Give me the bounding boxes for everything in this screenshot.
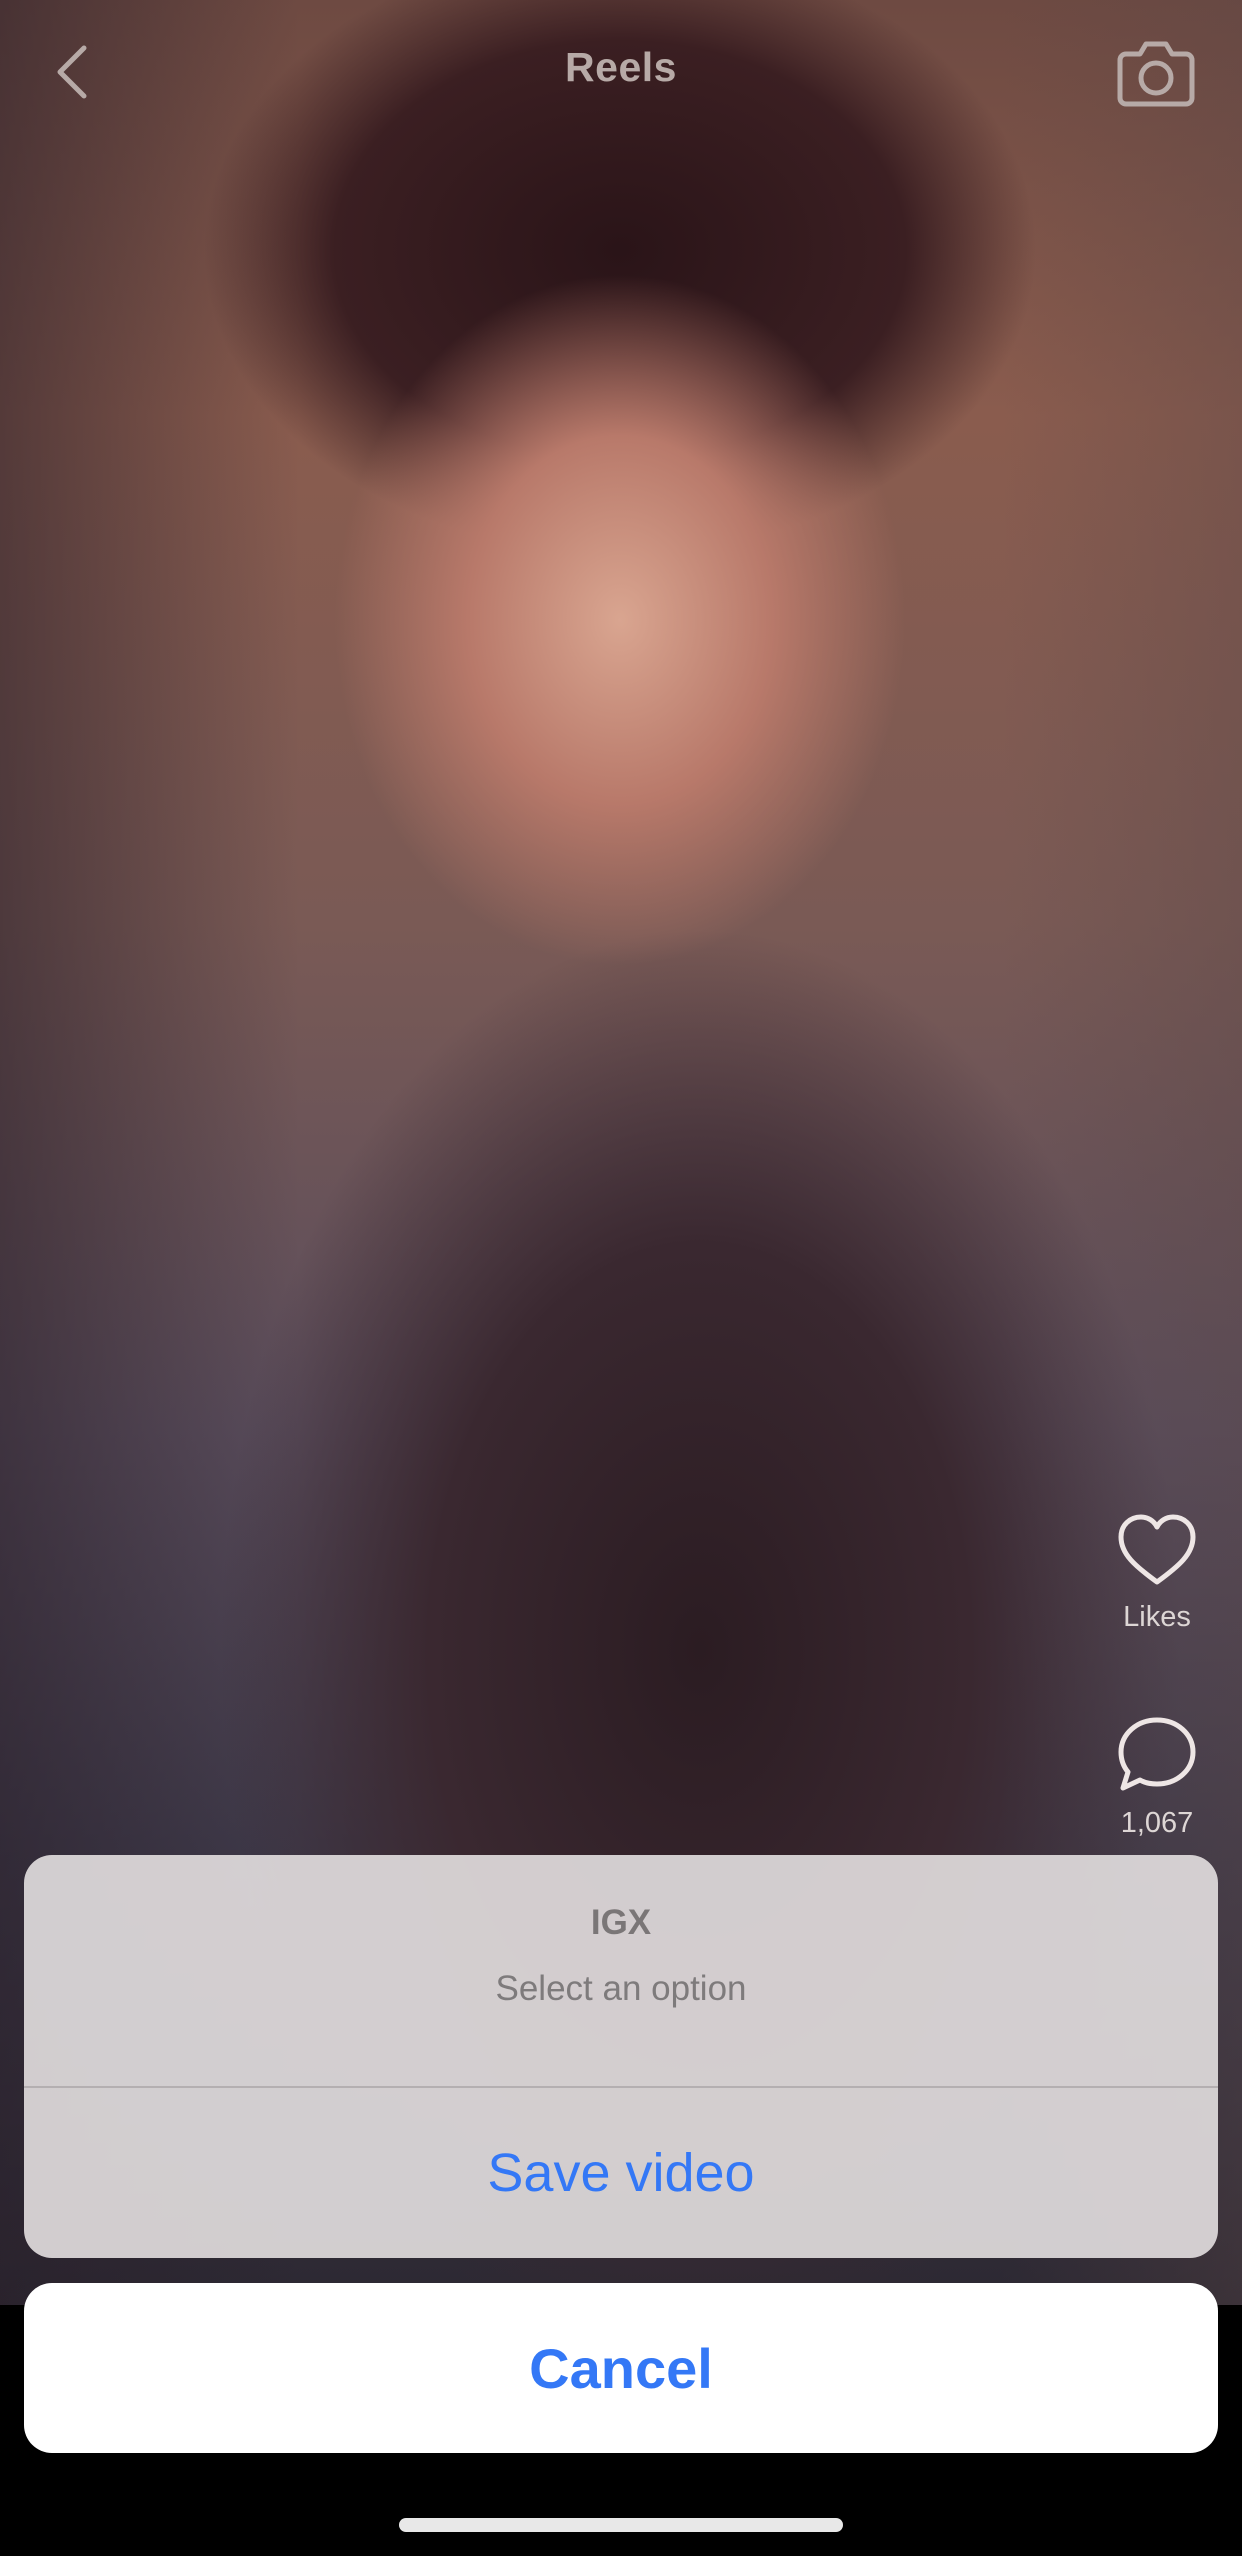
likes-label: Likes [1123,1601,1191,1633]
camera-icon [1117,41,1195,107]
reels-screen: Reels Likes 1,067 IGX Select an option S… [0,0,1242,2556]
save-video-button[interactable]: Save video [24,2088,1218,2258]
top-bar: Reels [0,0,1242,150]
page-title: Reels [565,44,677,90]
comments-count: 1,067 [1120,1807,1194,1839]
like-action[interactable]: Likes [1102,1512,1212,1634]
action-sheet-title: IGX [590,1903,652,1942]
cancel-button[interactable]: Cancel [24,2283,1218,2453]
comment-action[interactable]: 1,067 [1102,1714,1212,1840]
action-sheet: IGX Select an option Save video [24,1855,1218,2258]
action-sheet-subtitle: Select an option [495,1969,747,2008]
camera-button[interactable] [1116,34,1196,110]
action-sheet-header: IGX Select an option [24,1855,1218,2086]
comment-bubble-icon [1118,1717,1196,1791]
home-indicator[interactable] [399,2518,843,2532]
heart-icon [1118,1514,1196,1585]
